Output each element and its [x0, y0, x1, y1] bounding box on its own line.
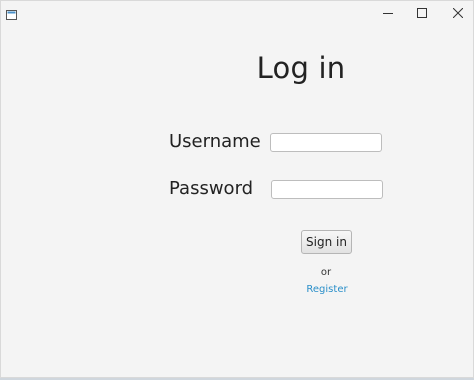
- title-bar: [1, 1, 473, 23]
- password-label: Password: [169, 178, 254, 199]
- page-title: Log in: [256, 51, 346, 85]
- minimize-button[interactable]: [371, 1, 405, 23]
- maximize-button[interactable]: [405, 1, 439, 23]
- register-link[interactable]: Register: [297, 284, 357, 295]
- close-icon: [452, 3, 464, 22]
- password-field[interactable]: [271, 180, 383, 199]
- app-window: Log in Username Password Sign in or Regi…: [0, 0, 474, 378]
- username-field[interactable]: [270, 133, 382, 152]
- app-icon: [6, 5, 17, 20]
- username-label: Username: [169, 131, 261, 152]
- or-separator-text: or: [320, 267, 332, 278]
- maximize-icon: [417, 3, 427, 22]
- sign-in-button[interactable]: Sign in: [301, 230, 352, 254]
- close-button[interactable]: [441, 1, 474, 23]
- minimize-icon: [383, 3, 393, 22]
